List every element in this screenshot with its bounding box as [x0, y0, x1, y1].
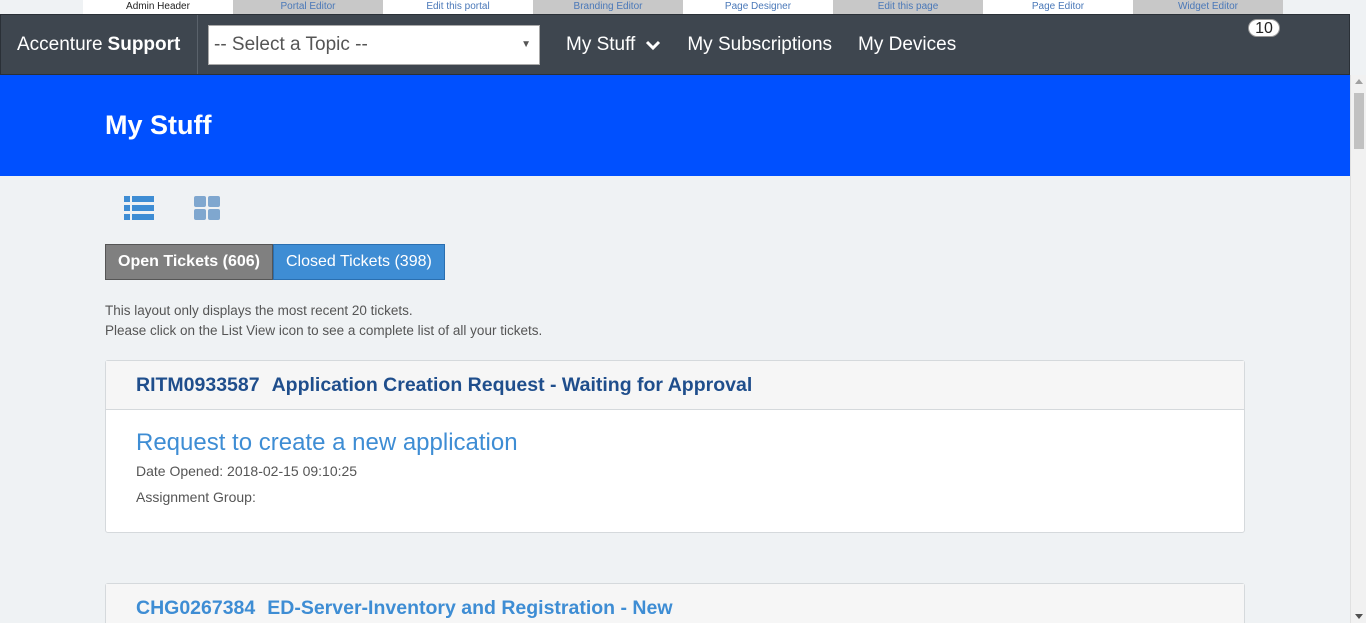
ticket-title[interactable]: Request to create a new application: [136, 428, 1214, 458]
nav-my-devices[interactable]: My Devices: [858, 34, 956, 56]
brand-logo[interactable]: Accenture Support: [1, 15, 198, 74]
ticket-card[interactable]: CHG0267384 ED-Server-Inventory and Regis…: [105, 583, 1245, 623]
ticket-header[interactable]: RITM0933587 Application Creation Request…: [106, 361, 1244, 410]
view-switcher: [124, 195, 222, 221]
info-line-2: Please click on the List View icon to se…: [105, 323, 543, 338]
ticket-tabs: Open Tickets (606) Closed Tickets (398): [105, 244, 445, 280]
info-text: This layout only displays the most recen…: [105, 301, 542, 341]
ticket-heading: ED-Server-Inventory and Registration - N…: [267, 596, 673, 619]
admin-tab-edit-page[interactable]: Edit this page: [833, 0, 983, 14]
scroll-thumb[interactable]: [1354, 93, 1364, 149]
admin-tab-page-editor[interactable]: Page Editor: [983, 0, 1133, 14]
nav-my-stuff-label: My Stuff: [566, 33, 636, 55]
admin-tab-portal-editor[interactable]: Portal Editor: [233, 0, 383, 14]
topic-select-value: -- Select a Topic --: [214, 33, 368, 55]
admin-bar: Admin Header Portal Editor Edit this por…: [83, 0, 1283, 14]
ticket-body: Request to create a new application Date…: [106, 410, 1244, 510]
ticket-number: RITM0933587: [136, 373, 260, 396]
scroll-down-arrow-icon[interactable]: [1355, 614, 1363, 619]
tab-open-tickets[interactable]: Open Tickets (606): [105, 244, 273, 280]
grid-view-icon[interactable]: [192, 195, 222, 221]
list-view-icon[interactable]: [124, 195, 154, 221]
page-hero: My Stuff: [0, 75, 1350, 176]
nav-my-devices-label: My Devices: [858, 33, 957, 55]
page-title: My Stuff: [105, 110, 212, 140]
ticket-heading: Application Creation Request - Waiting f…: [271, 373, 753, 396]
admin-tab-admin-header[interactable]: Admin Header: [83, 0, 233, 14]
ticket-number: CHG0267384: [136, 596, 256, 619]
nav-my-subscriptions-label: My Subscriptions: [687, 33, 833, 55]
ticket-assignment-group: Assignment Group:: [136, 489, 256, 505]
admin-tab-page-designer[interactable]: Page Designer: [683, 0, 833, 14]
chevron-down-icon: [646, 40, 661, 50]
ticket-card[interactable]: RITM0933587 Application Creation Request…: [105, 360, 1245, 533]
nav-my-stuff[interactable]: My Stuff: [566, 34, 661, 56]
info-line-1: This layout only displays the most recen…: [105, 303, 413, 318]
admin-tab-edit-portal[interactable]: Edit this portal: [383, 0, 533, 14]
ticket-header[interactable]: CHG0267384 ED-Server-Inventory and Regis…: [106, 584, 1244, 623]
admin-tab-branding-editor[interactable]: Branding Editor: [533, 0, 683, 14]
nav-my-subscriptions[interactable]: My Subscriptions: [687, 34, 832, 56]
admin-tab-widget-editor[interactable]: Widget Editor: [1133, 0, 1283, 14]
tab-closed-tickets[interactable]: Closed Tickets (398): [272, 244, 445, 280]
brand-regular: Accenture: [17, 33, 103, 55]
ticket-date-opened: Date Opened: 2018-02-15 09:10:25: [136, 463, 358, 479]
topic-select[interactable]: -- Select a Topic -- ▼: [208, 24, 540, 65]
top-navigation: Accenture Support -- Select a Topic -- ▼…: [0, 14, 1350, 75]
notification-badge[interactable]: 10: [1248, 19, 1280, 37]
vertical-scrollbar[interactable]: [1350, 75, 1366, 623]
scroll-up-arrow-icon[interactable]: [1355, 79, 1363, 84]
caret-down-icon: ▼: [521, 39, 531, 50]
brand-bold: Support: [107, 33, 181, 55]
